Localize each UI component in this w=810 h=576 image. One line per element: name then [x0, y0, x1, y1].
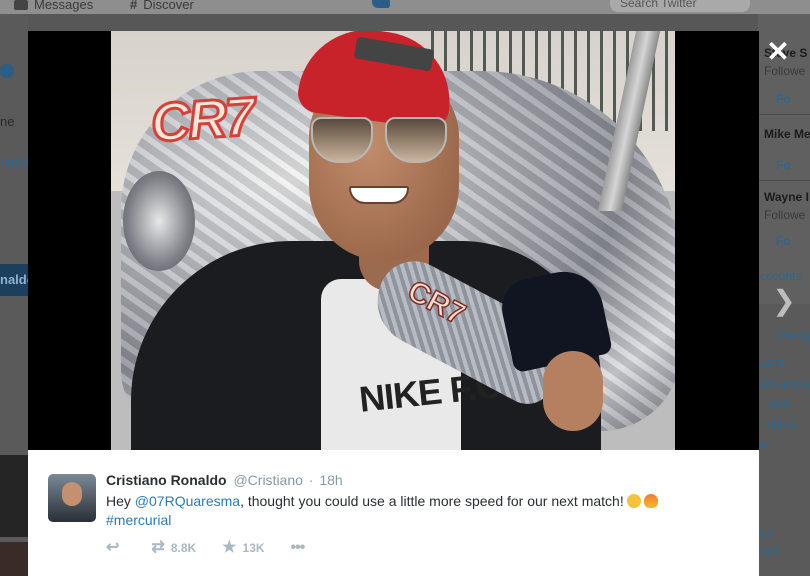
search-input[interactable]: Search Twitter — [610, 0, 750, 12]
media-thumbnail[interactable] — [0, 455, 28, 537]
trend-item[interactable]: aGP — [760, 357, 784, 371]
trend-item[interactable]: ge — [760, 524, 773, 538]
favorite-count: 13K — [242, 541, 265, 555]
suggested-user-name[interactable]: Mike Me — [764, 127, 810, 141]
divider — [758, 180, 810, 181]
nav-discover-label: Discover — [143, 0, 194, 12]
retweet-icon: ⇄ — [151, 539, 165, 556]
trend-item[interactable]: Lubitz — [760, 397, 792, 411]
tweet-text-prefix: Hey — [106, 493, 135, 509]
verified-badge-icon — [0, 64, 14, 78]
divider — [758, 114, 810, 115]
profile-name-band: naldo — [0, 264, 28, 296]
car-logo-text: CR7 — [148, 85, 257, 155]
nav-discover[interactable]: # Discover — [130, 0, 194, 12]
more-button[interactable]: ••• — [291, 540, 311, 556]
fire-icon — [643, 494, 658, 508]
follow-button[interactable]: Fo — [776, 234, 791, 248]
tweet-mention-link[interactable]: @07RQuaresma — [135, 493, 240, 509]
tweet-text: Hey @07RQuaresma, thought you could use … — [106, 492, 726, 530]
winking-face-icon — [626, 494, 641, 508]
more-icon: ••• — [290, 539, 306, 556]
tweet-actions: ↩ ⇄ 8.8K ★ 13K ••• — [106, 538, 336, 558]
retweet-count: 8.8K — [170, 541, 197, 555]
car-wheel — [123, 171, 195, 271]
star-icon: ★ — [222, 539, 237, 556]
person-hand — [543, 351, 603, 431]
nav-messages[interactable]: Messages — [14, 0, 93, 12]
sunglasses-lens-left — [311, 117, 373, 163]
profile-link-fragment[interactable]: om/te — [0, 154, 28, 169]
reply-button[interactable]: ↩ — [106, 540, 125, 556]
trend-item[interactable]: erNumber — [760, 377, 810, 391]
tweet-author-name[interactable]: Cristiano Ronaldo — [106, 472, 227, 488]
nav-messages-label: Messages — [34, 0, 94, 12]
tweet-author-handle[interactable]: @Cristiano — [233, 472, 302, 488]
tweet-timestamp[interactable]: 18h — [319, 472, 342, 488]
envelope-icon — [14, 0, 28, 10]
retweet-button[interactable]: ⇄ 8.8K — [151, 540, 196, 556]
reply-icon: ↩ — [106, 539, 120, 556]
tweet-header: Cristiano Ronaldo @Cristiano · 18h — [106, 472, 343, 488]
follow-button[interactable]: Fo — [776, 92, 791, 106]
person-smile — [349, 186, 409, 204]
trend-item[interactable]: erhi — [760, 544, 780, 558]
tweet-details-panel: Cristiano Ronaldo @Cristiano · 18h Hey @… — [28, 450, 759, 576]
tweet-meta-separator: · — [308, 472, 314, 488]
search-placeholder: Search Twitter — [620, 0, 697, 10]
follow-button[interactable]: Fo — [776, 158, 791, 172]
suggested-user-sub: Followe — [764, 208, 806, 222]
media-thumbnail[interactable] — [0, 542, 28, 576]
favorite-button[interactable]: ★ 13K — [222, 540, 264, 556]
hashtag-icon: # — [130, 0, 138, 12]
find-accounts-link[interactable]: ccounts — [760, 269, 801, 283]
profile-name-fragment: naldo — [0, 272, 28, 287]
avatar[interactable] — [48, 474, 96, 522]
tweet-photo[interactable]: CR7 NIKE F.C. CR7 — [111, 31, 675, 450]
twitter-bird-icon[interactable] — [372, 0, 390, 8]
suggested-user-name[interactable]: Wayne I — [764, 190, 809, 204]
profile-text-fragment: ne — [0, 114, 15, 129]
top-navigation-bar: Messages # Discover Search Twitter — [0, 0, 810, 14]
sunglasses — [311, 117, 451, 165]
trend-item[interactable]: e — [760, 437, 767, 451]
close-icon[interactable]: ✕ — [763, 37, 793, 67]
sunglasses-lens-right — [385, 117, 447, 163]
tweet-text-body: , thought you could use a little more sp… — [240, 493, 624, 509]
profile-sidebar-partial: ne om/te naldo — [0, 14, 28, 576]
chevron-right-icon[interactable]: ❯ — [771, 286, 797, 316]
tweet-hashtag-link[interactable]: #mercurial — [106, 512, 171, 528]
trends-change-link[interactable]: Chang — [774, 328, 809, 342]
trend-item[interactable]: ndiana — [760, 417, 796, 431]
